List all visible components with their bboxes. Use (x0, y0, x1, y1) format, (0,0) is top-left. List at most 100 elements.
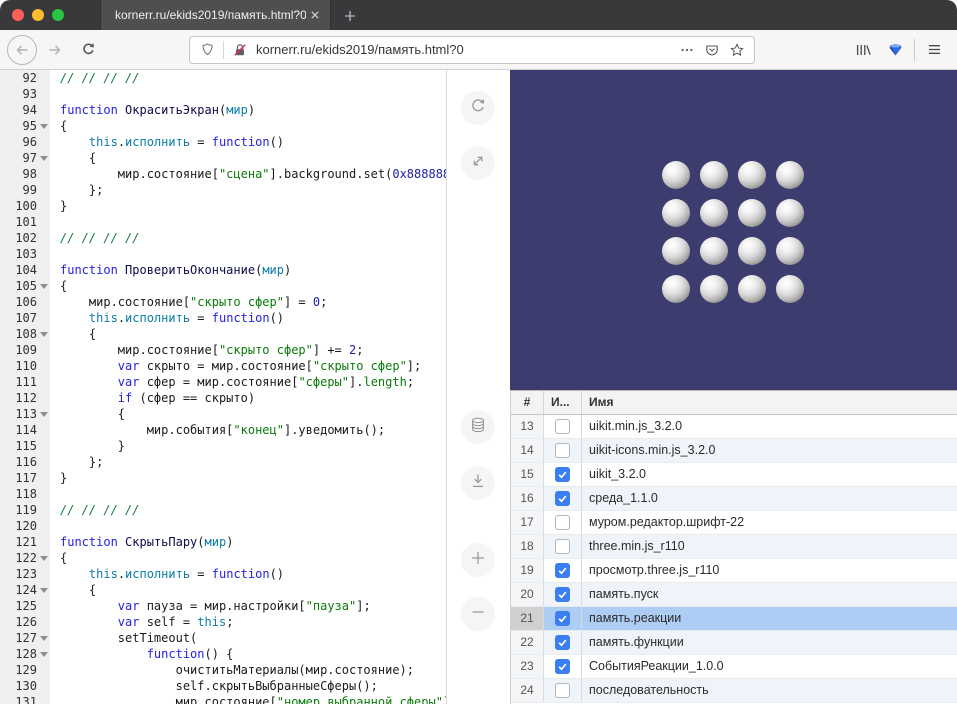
database-button[interactable] (461, 410, 495, 444)
code-line[interactable]: 95{ (0, 118, 446, 134)
row-checkbox[interactable] (555, 611, 570, 626)
forward-button[interactable] (42, 37, 68, 63)
fold-marker-icon[interactable] (40, 588, 48, 593)
table-row[interactable]: 21память.реакции (511, 607, 957, 631)
fold-marker-icon[interactable] (40, 636, 48, 641)
fold-marker-icon[interactable] (40, 556, 48, 561)
code-line[interactable]: 101 (0, 214, 446, 230)
code-line[interactable]: 96 this.исполнить = function() (0, 134, 446, 150)
code-line[interactable]: 131 мир.состояние["номер выбранной сферы… (0, 694, 446, 704)
library-button[interactable] (850, 37, 876, 63)
code-line[interactable]: 118 (0, 486, 446, 502)
table-row[interactable]: 22память.функции (511, 631, 957, 655)
row-checkbox[interactable] (555, 419, 570, 434)
table-row[interactable]: 17муром.редактор.шрифт-22 (511, 511, 957, 535)
code-line[interactable]: 100} (0, 198, 446, 214)
fold-marker-icon[interactable] (40, 124, 48, 129)
row-checkbox[interactable] (555, 635, 570, 650)
minimize-window-button[interactable] (32, 9, 44, 21)
table-row[interactable]: 20память.пуск (511, 583, 957, 607)
gem-extension-button[interactable] (882, 37, 908, 63)
new-tab-button[interactable] (340, 6, 359, 25)
fold-marker-icon[interactable] (40, 412, 48, 417)
code-line[interactable]: 126 var self = this; (0, 614, 446, 630)
close-window-button[interactable] (12, 9, 24, 21)
code-line[interactable]: 97 { (0, 150, 446, 166)
code-line[interactable]: 106 мир.состояние["скрыто сфер"] = 0; (0, 294, 446, 310)
header-name[interactable]: Имя (582, 391, 957, 414)
row-checkbox[interactable] (555, 587, 570, 602)
table-row[interactable]: 13uikit.min.js_3.2.0 (511, 415, 957, 439)
code-line[interactable]: 99 }; (0, 182, 446, 198)
table-row[interactable]: 15uikit_3.2.0 (511, 463, 957, 487)
code-line[interactable]: 113 { (0, 406, 446, 422)
code-line[interactable]: 125 var пауза = мир.настройки["пауза"]; (0, 598, 446, 614)
code-line[interactable]: 93 (0, 86, 446, 102)
row-checkbox[interactable] (555, 491, 570, 506)
zoom-window-button[interactable] (52, 9, 64, 21)
code-line[interactable]: 115 } (0, 438, 446, 454)
back-button[interactable] (7, 35, 37, 65)
reload-button[interactable] (75, 37, 101, 63)
page-actions-dots-icon[interactable] (678, 41, 696, 59)
refresh-button[interactable] (461, 91, 495, 125)
code-line[interactable]: 124 { (0, 582, 446, 598)
table-row[interactable]: 19просмотр.three.js_r110 (511, 559, 957, 583)
expand-button[interactable] (461, 146, 495, 180)
fold-marker-icon[interactable] (40, 156, 48, 161)
code-line[interactable]: 112 if (сфер == скрыто) (0, 390, 446, 406)
fold-marker-icon[interactable] (40, 652, 48, 657)
scene-canvas[interactable] (510, 70, 957, 390)
header-number[interactable]: # (511, 391, 544, 414)
code-line[interactable]: 92// // // // (0, 70, 446, 86)
code-line[interactable]: 103 (0, 246, 446, 262)
fold-marker-icon[interactable] (40, 332, 48, 337)
row-checkbox[interactable] (555, 563, 570, 578)
code-line[interactable]: 109 мир.состояние["скрыто сфер"] += 2; (0, 342, 446, 358)
code-line[interactable]: 128 function() { (0, 646, 446, 662)
code-line[interactable]: 117} (0, 470, 446, 486)
bookmark-star-icon[interactable] (728, 41, 746, 59)
row-checkbox[interactable] (555, 659, 570, 674)
plus-button[interactable] (461, 543, 495, 577)
pocket-icon[interactable] (703, 41, 721, 59)
table-row[interactable]: 24последовательность (511, 679, 957, 703)
browser-tab[interactable]: kornerr.ru/ekids2019/память.html?0 (100, 0, 331, 30)
code-line[interactable]: 105{ (0, 278, 446, 294)
tab-close-icon[interactable] (306, 6, 324, 24)
url-text[interactable]: kornerr.ru/ekids2019/память.html?0 (256, 42, 671, 57)
table-row[interactable]: 16среда_1.1.0 (511, 487, 957, 511)
row-checkbox[interactable] (555, 467, 570, 482)
download-button[interactable] (461, 466, 495, 500)
code-line[interactable]: 122{ (0, 550, 446, 566)
code-line[interactable]: 107 this.исполнить = function() (0, 310, 446, 326)
header-checkbox[interactable]: И... (544, 391, 582, 414)
table-row[interactable]: 18three.min.js_r110 (511, 535, 957, 559)
code-line[interactable]: 123 this.исполнить = function() (0, 566, 446, 582)
code-editor[interactable]: 92// // // //9394function ОкраситьЭкран(… (0, 70, 447, 704)
table-row[interactable]: 23СобытияРеакции_1.0.0 (511, 655, 957, 679)
code-line[interactable]: 102// // // // (0, 230, 446, 246)
row-checkbox[interactable] (555, 683, 570, 698)
code-line[interactable]: 110 var скрыто = мир.состояние["скрыто с… (0, 358, 446, 374)
code-line[interactable]: 114 мир.события["конец"].уведомить(); (0, 422, 446, 438)
code-line[interactable]: 121function СкрытьПару(мир) (0, 534, 446, 550)
url-bar[interactable]: kornerr.ru/ekids2019/память.html?0 (189, 36, 755, 64)
lock-crossed-icon[interactable] (231, 41, 249, 59)
row-checkbox[interactable] (555, 539, 570, 554)
code-line[interactable]: 119// // // // (0, 502, 446, 518)
row-checkbox[interactable] (555, 515, 570, 530)
code-line[interactable]: 127 setTimeout( (0, 630, 446, 646)
code-line[interactable]: 129 очиститьМатериалы(мир.состояние); (0, 662, 446, 678)
code-line[interactable]: 98 мир.состояние["сцена"].background.set… (0, 166, 446, 182)
shield-icon[interactable] (198, 41, 216, 59)
fold-marker-icon[interactable] (40, 284, 48, 289)
code-line[interactable]: 108 { (0, 326, 446, 342)
row-checkbox[interactable] (555, 443, 570, 458)
code-line[interactable]: 120 (0, 518, 446, 534)
code-line[interactable]: 130 self.скрытьВыбранныеСферы(); (0, 678, 446, 694)
code-line[interactable]: 104function ПроверитьОкончание(мир) (0, 262, 446, 278)
code-line[interactable]: 116 }; (0, 454, 446, 470)
table-row[interactable]: 14uikit-icons.min.js_3.2.0 (511, 439, 957, 463)
menu-button[interactable] (921, 37, 947, 63)
